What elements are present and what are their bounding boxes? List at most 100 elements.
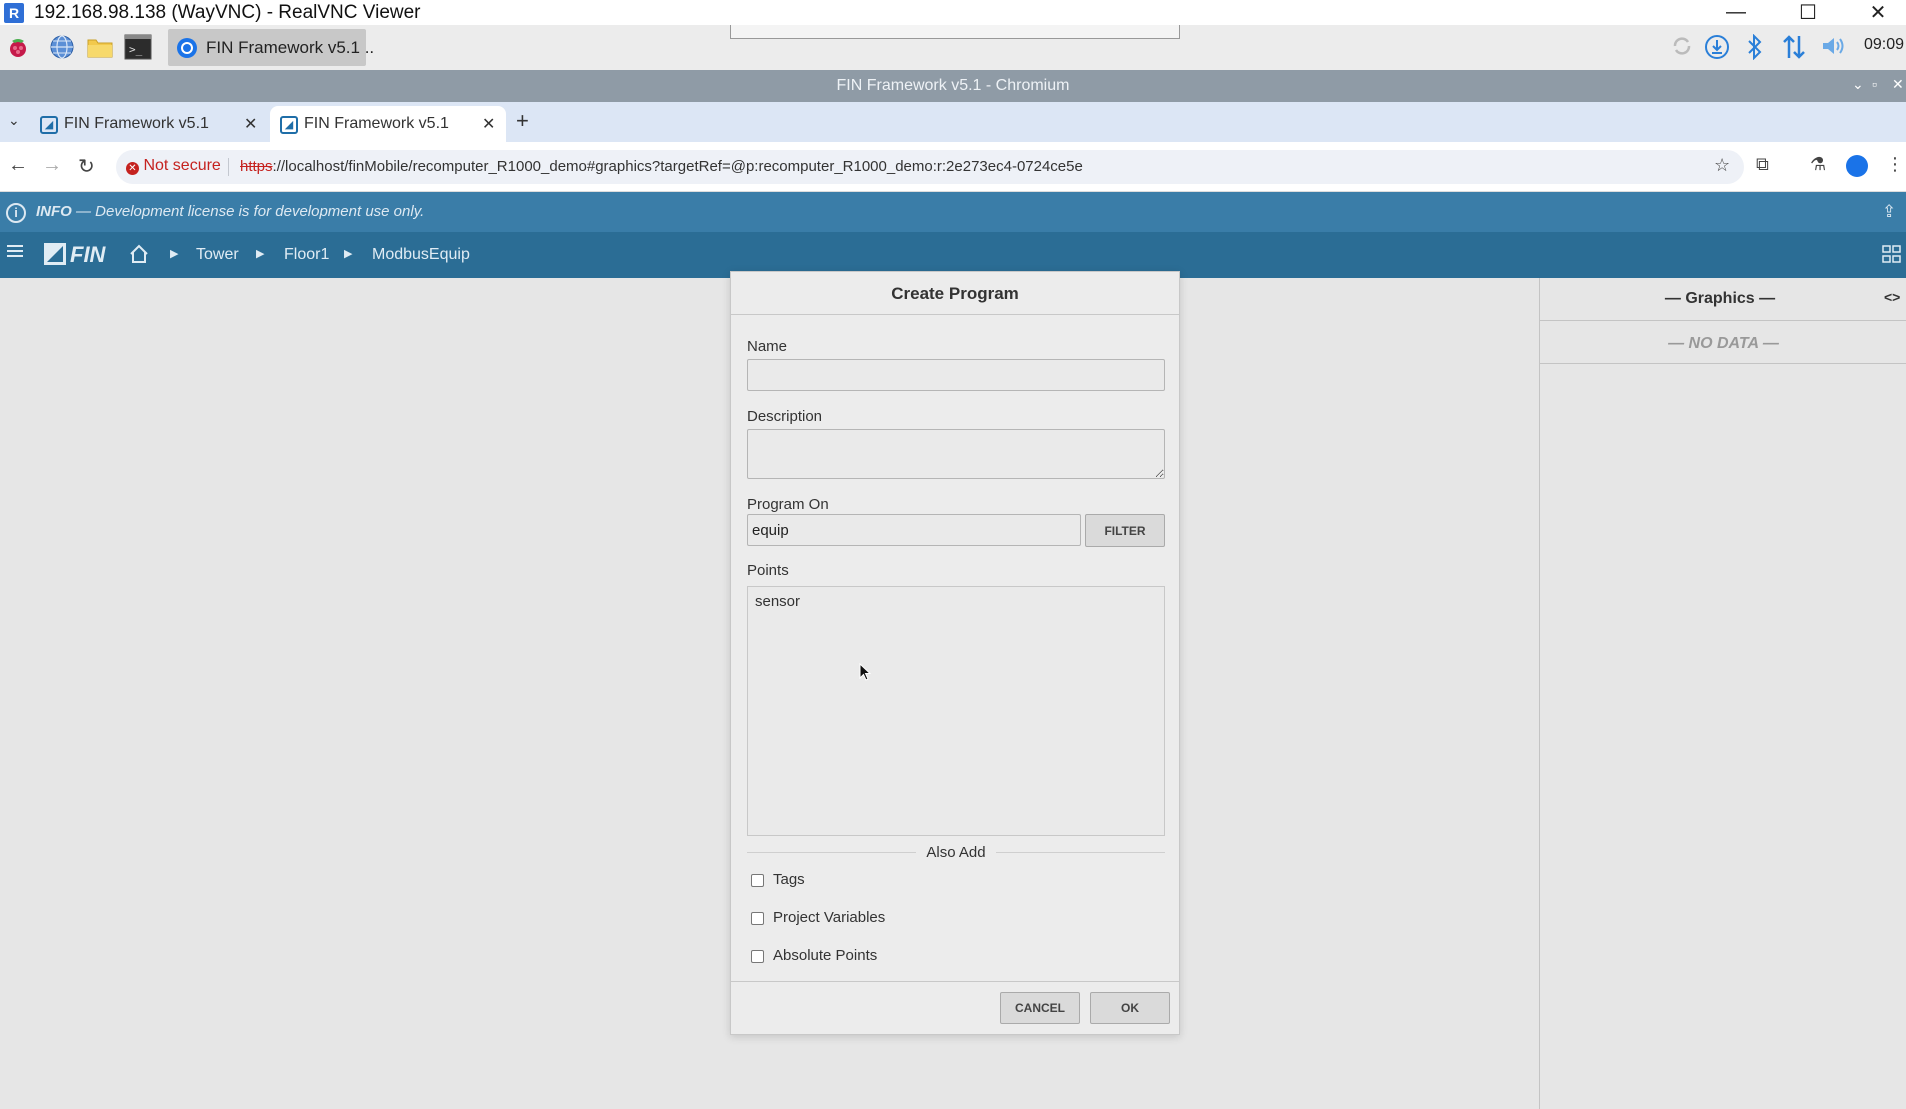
create-program-dialog: Create Program Name Description Program … xyxy=(730,271,1180,1035)
breadcrumb-tower[interactable]: Tower xyxy=(196,246,239,264)
folder-icon[interactable] xyxy=(86,33,114,61)
graphics-panel-title: — Graphics — xyxy=(1664,290,1776,307)
restore-icon[interactable]: ▫ xyxy=(1872,76,1877,92)
url-text[interactable]: https://localhost/finMobile/recomputer_R… xyxy=(240,158,1083,175)
fin-logo-text: FIN xyxy=(70,242,106,267)
sync-icon[interactable] xyxy=(1670,34,1694,64)
breadcrumb-separator-icon: ▶ xyxy=(256,248,265,260)
profile-avatar-icon[interactable] xyxy=(1846,155,1868,177)
chromium-icon xyxy=(176,37,198,64)
raspberry-icon[interactable] xyxy=(4,33,32,61)
labs-flask-icon[interactable]: ⚗ xyxy=(1810,154,1826,175)
browser-tab-active[interactable]: ◢ FIN Framework v5.1 ✕ xyxy=(270,106,506,142)
breadcrumb-separator-icon: ▶ xyxy=(170,248,179,260)
browser-toolbar: ← → ↻ ✕ Not secure https://localhost/fin… xyxy=(0,142,1906,192)
url-path: ://localhost/finMobile/recomputer_R1000_… xyxy=(272,158,1083,175)
graphics-empty-state: — NO DATA — xyxy=(1540,321,1906,364)
fin-favicon-icon: ◢ xyxy=(280,116,298,134)
taskbar-item-label: FIN Framework v5.1 .. xyxy=(206,38,375,57)
warning-icon: ✕ xyxy=(126,162,139,175)
info-message: INFO — Development license is for develo… xyxy=(36,203,424,220)
new-tab-plus-icon[interactable]: + xyxy=(516,108,529,134)
absolute-points-checkbox[interactable] xyxy=(751,950,764,963)
clock: 09:09 xyxy=(1864,36,1905,53)
apps-grid-icon[interactable] xyxy=(1882,244,1902,269)
realvnc-logo-icon: R xyxy=(4,3,24,23)
volume-icon[interactable] xyxy=(1820,34,1846,64)
back-arrow-icon[interactable]: ← xyxy=(8,154,28,177)
graphics-panel-header: — Graphics — <> xyxy=(1540,278,1906,321)
terminal-icon[interactable]: >_ xyxy=(124,33,152,61)
project-variables-checkbox[interactable] xyxy=(751,912,764,925)
points-label: Points xyxy=(747,562,789,579)
description-textarea[interactable] xyxy=(747,429,1165,479)
tags-checkbox-label[interactable]: Tags xyxy=(773,871,805,888)
ghost-window-edge xyxy=(730,25,1180,39)
url-scheme: https xyxy=(240,158,273,175)
breadcrumb-separator-icon: ▶ xyxy=(344,248,353,260)
kebab-menu-icon[interactable]: ⋮ xyxy=(1886,154,1904,175)
browser-tab[interactable]: ◢ FIN Framework v5.1 ✕ xyxy=(30,106,266,142)
tab-strip: ⌄ ◢ FIN Framework v5.1 ✕ ◢ FIN Framework… xyxy=(0,102,1906,142)
star-icon[interactable]: ☆ xyxy=(1714,155,1730,176)
browser-window-title-bar: FIN Framework v5.1 - Chromium ⌄ ▫ ✕ xyxy=(0,70,1906,102)
info-text: — Development license is for development… xyxy=(76,203,425,220)
vnc-title-bar: R 192.168.98.138 (WayVNC) - RealVNC View… xyxy=(0,0,1906,25)
share-icon[interactable]: ⇪ xyxy=(1882,202,1896,222)
home-icon[interactable] xyxy=(128,243,150,270)
security-label: Not secure xyxy=(143,157,221,174)
extensions-icon[interactable]: ⧉ xyxy=(1756,154,1769,175)
reload-icon[interactable]: ↻ xyxy=(78,154,95,179)
dialog-footer: CANCEL OK xyxy=(731,981,1179,1035)
fin-favicon-icon: ◢ xyxy=(40,116,58,134)
tags-checkbox[interactable] xyxy=(751,874,764,887)
globe-icon[interactable] xyxy=(48,33,76,61)
description-label: Description xyxy=(747,408,823,425)
breadcrumb-floor1[interactable]: Floor1 xyxy=(284,246,329,264)
dialog-title: Create Program xyxy=(731,272,1179,315)
also-add-divider: Also Add xyxy=(747,842,1165,862)
security-indicator[interactable]: ✕ Not secure xyxy=(126,157,221,175)
breadcrumb-modbusequip[interactable]: ModbusEquip xyxy=(372,246,470,264)
forward-arrow-icon[interactable]: → xyxy=(42,154,62,177)
minimize-button[interactable]: — xyxy=(1708,0,1764,25)
absolute-points-checkbox-label[interactable]: Absolute Points xyxy=(773,947,877,964)
tab-close-icon[interactable]: ✕ xyxy=(482,114,495,134)
filter-button[interactable]: FILTER xyxy=(1085,514,1165,547)
tab-search-chevron-icon[interactable]: ⌄ xyxy=(8,112,20,129)
ok-button[interactable]: OK xyxy=(1090,992,1170,1024)
cancel-button[interactable]: CANCEL xyxy=(1000,992,1080,1024)
network-icon[interactable] xyxy=(1782,34,1806,66)
project-variables-checkbox-label[interactable]: Project Variables xyxy=(773,909,885,926)
code-toggle-icon[interactable]: <> xyxy=(1884,289,1900,305)
download-icon[interactable] xyxy=(1704,34,1730,66)
vnc-window-title: 192.168.98.138 (WayVNC) - RealVNC Viewer xyxy=(34,2,421,23)
maximize-button[interactable]: ☐ xyxy=(1780,0,1836,25)
close-icon[interactable]: ✕ xyxy=(1892,76,1904,93)
info-icon: i xyxy=(6,203,26,223)
also-add-label: Also Add xyxy=(747,844,1165,861)
name-label: Name xyxy=(747,338,788,355)
tab-title: FIN Framework v5.1 xyxy=(304,115,449,132)
browser-window-title: FIN Framework v5.1 - Chromium xyxy=(836,77,1070,94)
info-label: INFO xyxy=(36,203,72,220)
tab-title: FIN Framework v5.1 xyxy=(64,115,209,132)
close-window-button[interactable]: ✕ xyxy=(1850,0,1906,25)
program-on-label: Program On xyxy=(747,496,829,513)
info-banner: i INFO — Development license is for deve… xyxy=(0,192,1906,232)
address-bar[interactable]: ✕ Not secure https://localhost/finMobile… xyxy=(116,150,1744,184)
divider xyxy=(228,158,229,176)
hamburger-menu-icon[interactable] xyxy=(6,242,24,265)
program-on-input[interactable] xyxy=(747,514,1081,546)
list-item[interactable]: sensor xyxy=(755,593,800,610)
tab-close-icon[interactable]: ✕ xyxy=(244,114,257,134)
svg-text:>_: >_ xyxy=(129,43,143,56)
fin-logo[interactable] xyxy=(44,243,66,270)
graphics-panel: — Graphics — <> — NO DATA — xyxy=(1539,278,1906,1109)
chevron-down-icon[interactable]: ⌄ xyxy=(1852,76,1864,93)
bluetooth-icon[interactable] xyxy=(1746,33,1764,66)
taskbar: >_ FIN Framework v5.1 .. 09:09 xyxy=(0,25,1906,70)
taskbar-item-chromium[interactable]: FIN Framework v5.1 .. xyxy=(168,29,374,66)
points-list[interactable]: sensor xyxy=(747,586,1165,836)
name-input[interactable] xyxy=(747,359,1165,391)
